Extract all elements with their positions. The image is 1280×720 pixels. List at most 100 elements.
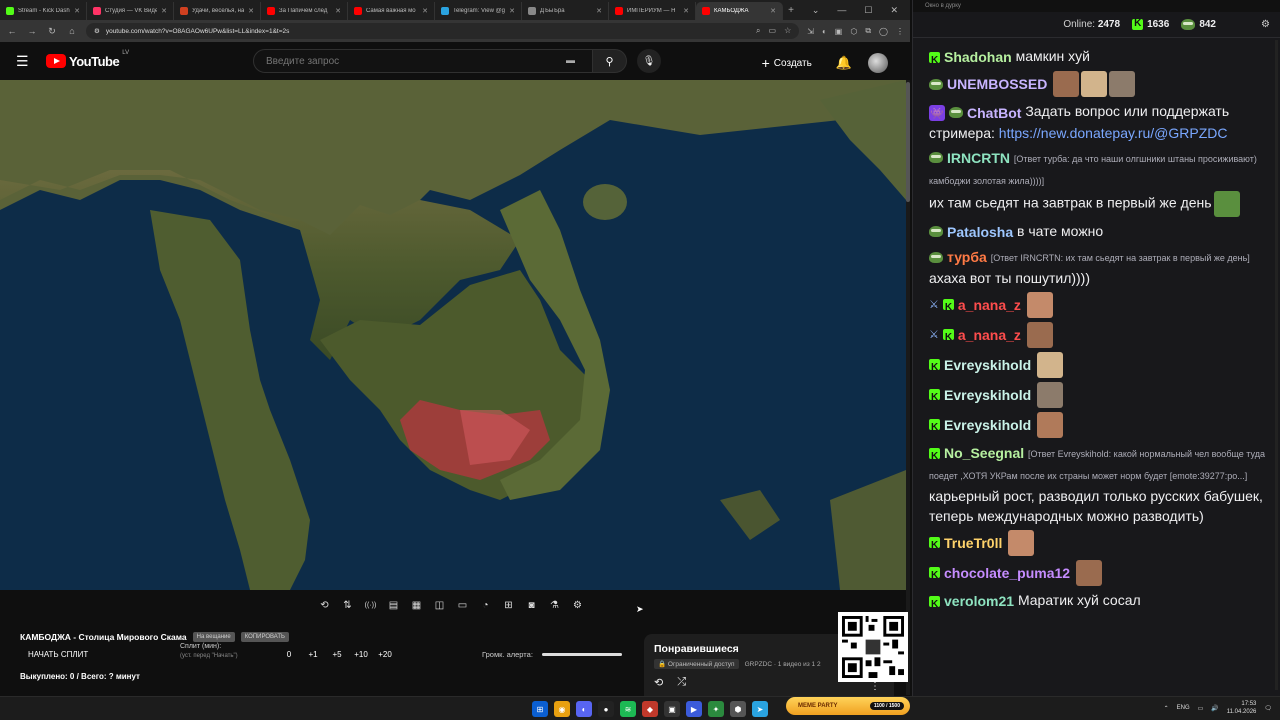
spotify-icon[interactable]: ≋ bbox=[620, 701, 636, 717]
alert-volume-slider[interactable] bbox=[542, 653, 622, 656]
chat-username[interactable]: a_nana_z bbox=[958, 295, 1021, 315]
menu-icon[interactable]: ☰ bbox=[16, 53, 36, 70]
browser-tab[interactable]: ДЪыЪра ✕ bbox=[522, 2, 609, 20]
broadcast-icon[interactable]: ((·)) bbox=[362, 597, 379, 614]
chrome-icon[interactable]: ◉ bbox=[554, 701, 570, 717]
chat-username[interactable]: турба bbox=[947, 247, 987, 267]
chat-username[interactable]: chocolate_puma12 bbox=[944, 563, 1070, 583]
tab-close-icon[interactable]: ✕ bbox=[161, 7, 167, 15]
voice-search-button[interactable]: 🎙 bbox=[637, 49, 661, 73]
browser-tab[interactable]: Студия — VK Видео ✕ bbox=[87, 2, 174, 20]
chat-username[interactable]: Shadohan bbox=[944, 47, 1012, 67]
start-split-button[interactable]: НАЧАТЬ СПЛИТ bbox=[28, 650, 88, 659]
notifications-icon[interactable]: 🗨 bbox=[1264, 705, 1272, 712]
keyboard-icon[interactable]: ▬ bbox=[566, 55, 575, 65]
tab-search-icon[interactable]: ⌄ bbox=[812, 5, 820, 16]
media-player-icon[interactable]: ▶ bbox=[686, 701, 702, 717]
telegram-icon[interactable]: ➤ bbox=[752, 701, 768, 717]
page-scrollbar[interactable] bbox=[906, 80, 910, 695]
network-icon[interactable]: ▭ bbox=[1198, 705, 1204, 712]
pip-icon[interactable]: ◫ bbox=[431, 597, 448, 614]
zoom-icon[interactable]: ⌕ bbox=[756, 26, 760, 36]
volume-icon[interactable]: 🔊 bbox=[1211, 705, 1218, 712]
copy-button[interactable]: КОПИРОВАТЬ bbox=[240, 632, 289, 642]
tab-close-icon[interactable]: ✕ bbox=[509, 7, 515, 15]
url-field[interactable]: ⚙ youtube.com/watch?v=O8AGAOw6UPw&list=L… bbox=[86, 23, 800, 39]
app-icon[interactable]: ⬢ bbox=[730, 701, 746, 717]
extension-icon[interactable]: ⇲ bbox=[807, 27, 814, 36]
chat-username[interactable]: a_nana_z bbox=[958, 325, 1021, 345]
create-button[interactable]: + Создать bbox=[754, 51, 820, 75]
forward-icon[interactable]: → bbox=[26, 26, 38, 36]
youtube-logo[interactable]: YouTube LV bbox=[46, 50, 129, 69]
scrollbar-thumb[interactable] bbox=[906, 82, 910, 202]
new-tab-button[interactable]: + bbox=[783, 5, 799, 16]
clip-icon[interactable]: ⊞ bbox=[500, 597, 517, 614]
chat-username[interactable]: verolom21 bbox=[944, 591, 1014, 611]
cast-icon[interactable]: ▭ bbox=[769, 26, 777, 36]
shuffle-icon[interactable]: ⤮ bbox=[677, 676, 686, 689]
speed-icon[interactable]: ◔ bbox=[477, 597, 494, 614]
chat-username[interactable]: Patalosha bbox=[947, 222, 1013, 242]
tab-close-icon[interactable]: ✕ bbox=[422, 7, 428, 15]
language-indicator[interactable]: ENG bbox=[1177, 705, 1190, 711]
avatar[interactable] bbox=[868, 53, 888, 73]
reload-icon[interactable]: ↻ bbox=[46, 26, 58, 37]
chat-username[interactable]: No_Seegnal bbox=[944, 443, 1024, 463]
tab-close-icon[interactable]: ✕ bbox=[683, 7, 689, 15]
split-value-button[interactable]: 0 bbox=[277, 650, 301, 659]
browser-tab[interactable]: Удачи, веселья, на ✕ bbox=[174, 2, 261, 20]
search-input[interactable] bbox=[253, 49, 593, 73]
chat-username[interactable]: ChatBot bbox=[967, 103, 1021, 123]
gear-icon[interactable]: ⚙ bbox=[569, 597, 586, 614]
theater-icon[interactable]: ▭ bbox=[454, 597, 471, 614]
browser-tab[interactable]: Telegram: View @g ✕ bbox=[435, 2, 522, 20]
tab-close-icon[interactable]: ✕ bbox=[770, 7, 776, 15]
flask-icon[interactable]: ⚗ bbox=[546, 597, 563, 614]
search-button[interactable]: ⚲ bbox=[593, 49, 627, 73]
chat-username[interactable]: TrueTr0ll bbox=[944, 533, 1002, 553]
chat-username[interactable]: Evreyskihold bbox=[944, 385, 1031, 405]
chat-username[interactable]: IRNCRTN bbox=[947, 148, 1010, 168]
chat-settings-icon[interactable]: ⚙ bbox=[1261, 19, 1270, 30]
camera-icon[interactable]: ◙ bbox=[523, 597, 540, 614]
home-icon[interactable]: ⌂ bbox=[66, 26, 78, 36]
tab-close-icon[interactable]: ✕ bbox=[74, 7, 80, 15]
maximize-icon[interactable]: ☐ bbox=[864, 5, 872, 16]
loop-icon[interactable]: ⟲ bbox=[654, 676, 663, 689]
tab-close-icon[interactable]: ✕ bbox=[596, 7, 602, 15]
on-air-button[interactable]: На вещание bbox=[192, 632, 235, 642]
sort-icon[interactable]: ⇅ bbox=[339, 597, 356, 614]
menu-dots-icon[interactable]: ⋮ bbox=[896, 27, 904, 36]
split-value-button[interactable]: +10 bbox=[349, 650, 373, 659]
site-info-icon[interactable]: ⚙ bbox=[94, 27, 100, 35]
profile-icon[interactable]: ◯ bbox=[879, 27, 888, 36]
split-value-button[interactable]: +5 bbox=[325, 650, 349, 659]
film-icon[interactable]: ▦ bbox=[408, 597, 425, 614]
back-icon[interactable]: ← bbox=[6, 26, 18, 36]
minimize-icon[interactable]: — bbox=[837, 5, 846, 16]
browser-tab[interactable]: ИМПЕРИУМ — Н ✕ bbox=[609, 2, 696, 20]
tab-close-icon[interactable]: ✕ bbox=[248, 7, 254, 15]
tray-chevron-icon[interactable]: ⌃ bbox=[1164, 705, 1169, 712]
close-icon[interactable]: ✕ bbox=[890, 5, 898, 16]
tab-close-icon[interactable]: ✕ bbox=[335, 7, 341, 15]
app-icon[interactable]: ◆ bbox=[642, 701, 658, 717]
chat-scrollbar[interactable] bbox=[1275, 40, 1278, 690]
browser-tab[interactable]: КАМБОДЖА ✕ bbox=[696, 2, 783, 20]
windows-start-icon[interactable]: ⊞ bbox=[532, 701, 548, 717]
chat-username[interactable]: Evreyskihold bbox=[944, 355, 1031, 375]
extension-icon[interactable]: ▣ bbox=[835, 27, 843, 36]
app-icon[interactable]: ✦ bbox=[708, 701, 724, 717]
notifications-bell-icon[interactable]: 🔔 bbox=[836, 55, 852, 71]
chat-username[interactable]: Evreyskihold bbox=[944, 415, 1031, 435]
video-player[interactable] bbox=[0, 80, 906, 590]
split-value-button[interactable]: +20 bbox=[373, 650, 397, 659]
chat-username[interactable]: UNEMBOSSED bbox=[947, 74, 1047, 94]
donate-link[interactable]: https://new.donatepay.ru/@GRPZDC bbox=[999, 125, 1228, 141]
app-icon[interactable]: ▣ bbox=[664, 701, 680, 717]
clock[interactable]: 17:53 11.04.2026 bbox=[1227, 700, 1257, 716]
obs-icon[interactable]: ● bbox=[598, 701, 614, 717]
bookmark-star-icon[interactable]: ☆ bbox=[784, 26, 791, 36]
discord-icon[interactable]: ◐ bbox=[576, 701, 592, 717]
